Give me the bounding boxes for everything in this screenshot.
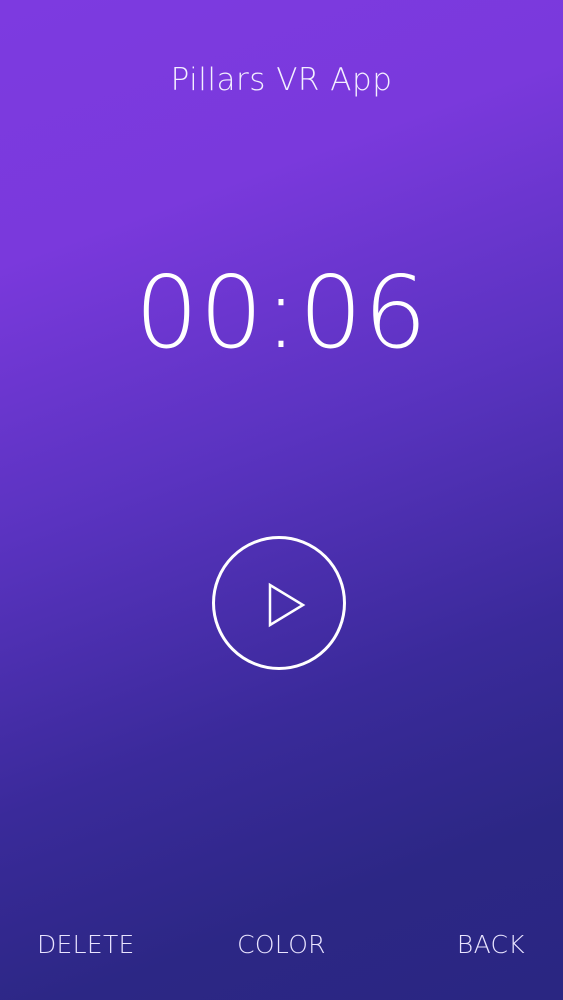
delete-button[interactable]: DELETE [37, 930, 135, 959]
timer-display: 00:06 [134, 254, 429, 371]
play-icon [268, 582, 306, 628]
play-button[interactable] [212, 536, 346, 670]
bottom-action-bar: COLOR DELETE BACK [0, 930, 563, 970]
app-title: Pillars VR App [170, 62, 393, 98]
back-button[interactable]: BACK [457, 930, 525, 959]
